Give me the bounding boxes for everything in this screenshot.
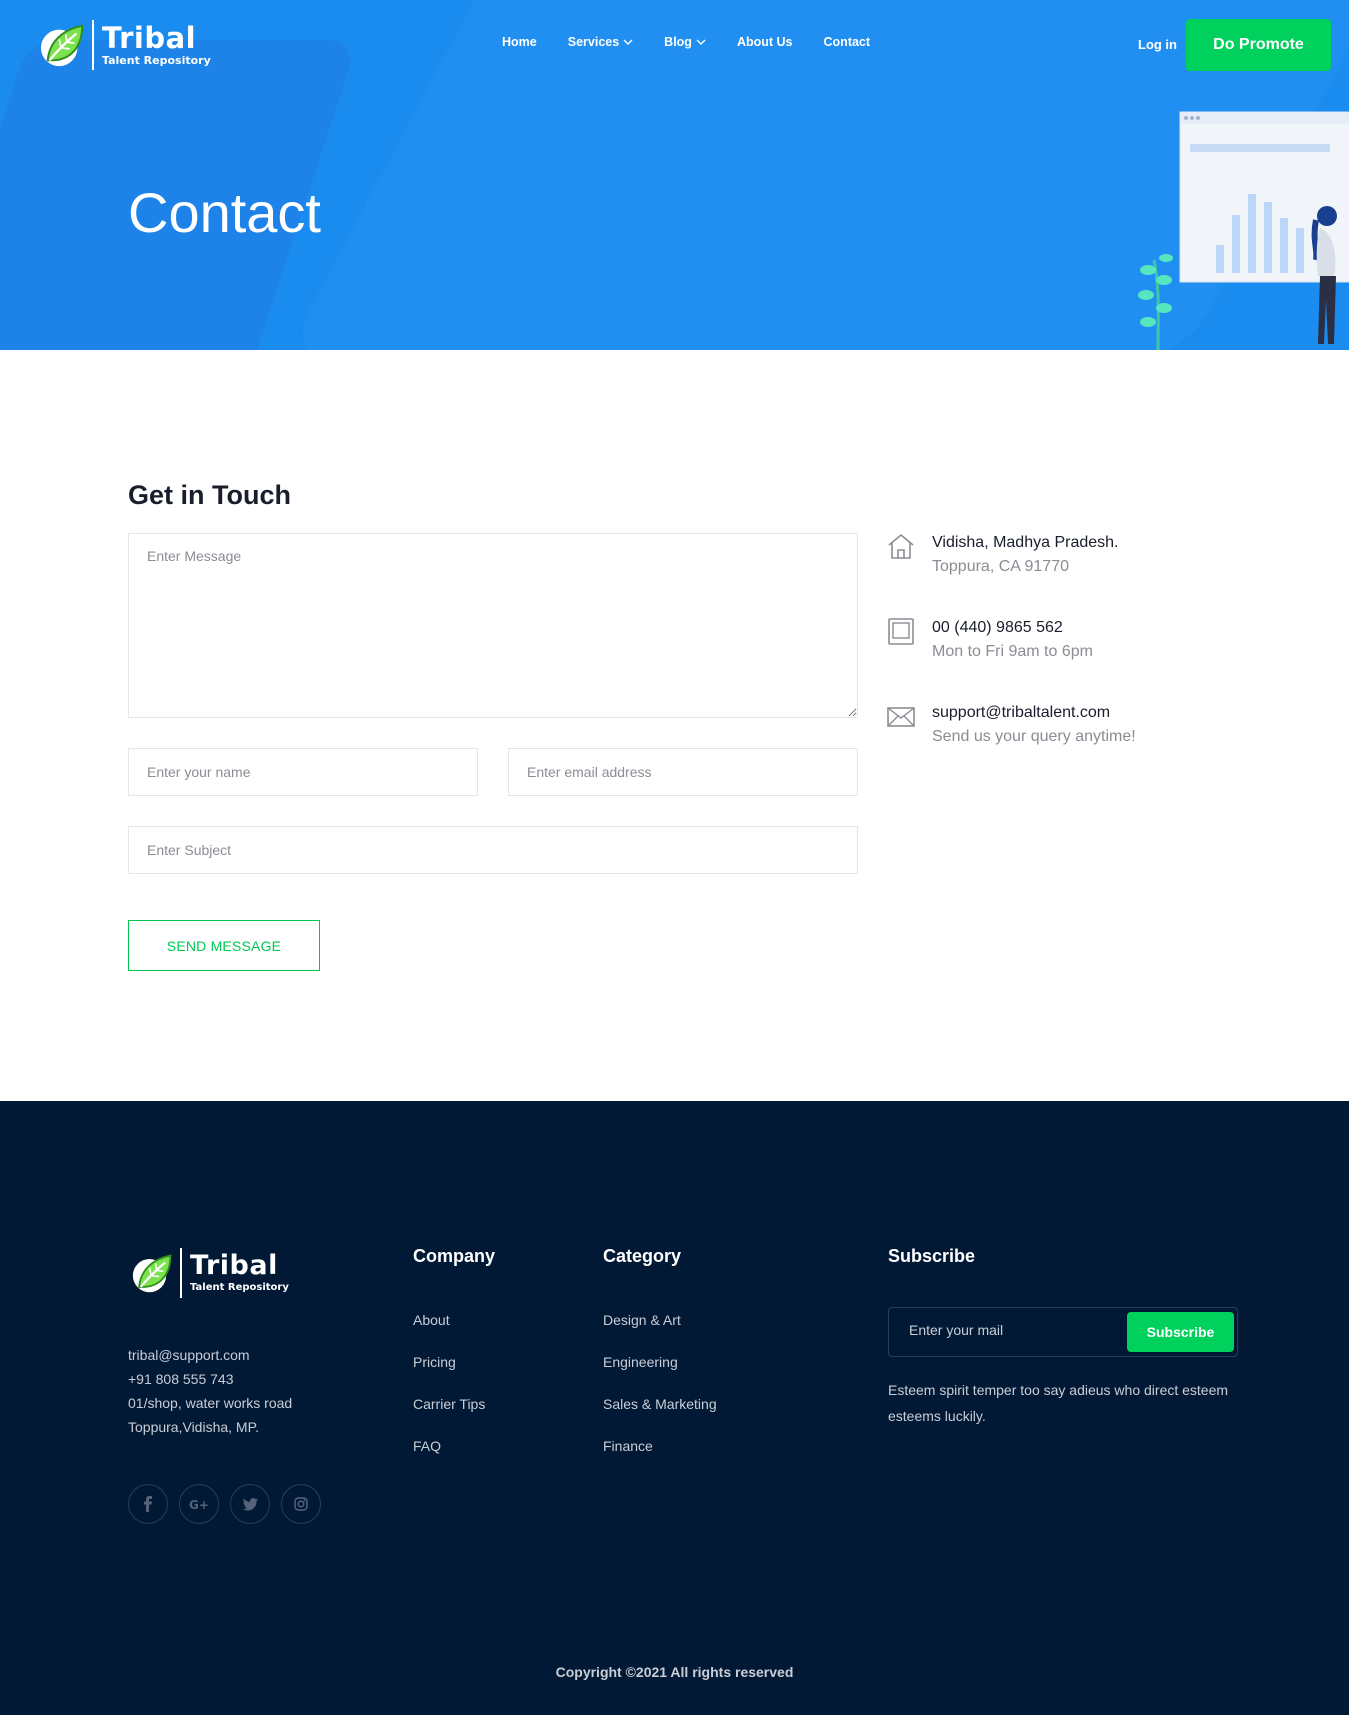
support-email[interactable]: support@tribaltalent.com — [932, 701, 1136, 725]
info-address-text: Vidisha, Madhya Pradesh. Toppura, CA 917… — [932, 531, 1118, 579]
footer-contact: tribal@support.com +91 808 555 743 01/sh… — [128, 1343, 292, 1439]
message-field[interactable] — [128, 533, 858, 718]
logo-tagline: Talent Repository — [190, 1282, 289, 1293]
send-message-button[interactable]: SEND MESSAGE — [128, 920, 320, 971]
footer-link-sales-marketing[interactable]: Sales & Marketing — [603, 1396, 717, 1412]
nav-contact[interactable]: Contact — [824, 35, 871, 49]
tablet-icon — [888, 618, 914, 645]
category-title: Category — [603, 1246, 682, 1266]
email-field[interactable] — [508, 748, 858, 796]
nav-contact-label: Contact — [823, 35, 871, 49]
address-line: Vidisha, Madhya Pradesh. — [932, 534, 1119, 551]
twitter-icon[interactable] — [230, 1484, 270, 1524]
footer-link-about[interactable]: About — [413, 1312, 450, 1328]
chevron-down-icon — [623, 39, 633, 45]
login-link[interactable]: Log in — [1138, 37, 1177, 52]
do-promote-button[interactable]: Do Promote — [1186, 19, 1331, 71]
name-field[interactable] — [128, 748, 478, 796]
subscribe-email-input[interactable]: Enter your mail — [909, 1322, 1003, 1338]
nav-about-us-label: About Us — [736, 35, 793, 49]
nav-home-label: Home — [502, 35, 537, 49]
info-address: Vidisha, Madhya Pradesh. Toppura, CA 917… — [886, 531, 1118, 579]
page-title: Contact — [128, 181, 321, 244]
info-phone-text: 00 (440) 9865 562 Mon to Fri 9am to 6pm — [932, 616, 1093, 664]
copyright: Copyright ©2021 All rights reserved — [555, 1664, 794, 1680]
nav-services[interactable]: Services — [568, 35, 633, 49]
nav-about-us[interactable]: About Us — [737, 35, 793, 49]
google-plus-icon[interactable]: G+ — [179, 1484, 219, 1524]
footer-link-pricing[interactable]: Pricing — [413, 1354, 456, 1370]
logo-text: Tribal Talent Repository — [190, 1251, 289, 1295]
hero-header: Tribal Talent Repository Home Services B… — [0, 0, 1349, 350]
info-phone: 00 (440) 9865 562 Mon to Fri 9am to 6pm — [886, 616, 1093, 664]
svg-text:G+: G+ — [189, 1498, 209, 1511]
email-note: Send us your query anytime! — [932, 728, 1136, 745]
company-title: Company — [413, 1246, 496, 1266]
footer-link-design-art[interactable]: Design & Art — [603, 1312, 681, 1328]
footer-logo[interactable]: Tribal Talent Repository — [132, 1248, 289, 1298]
footer-link-faq[interactable]: FAQ — [413, 1438, 441, 1454]
footer-link-engineering[interactable]: Engineering — [603, 1354, 678, 1370]
phone-hours: Mon to Fri 9am to 6pm — [932, 643, 1093, 660]
brand-logo[interactable]: Tribal Talent Repository — [40, 18, 211, 72]
subscribe-title: Subscribe — [888, 1246, 976, 1266]
footer-address-line2: Toppura,Vidisha, MP. — [128, 1419, 260, 1435]
subject-field[interactable] — [128, 826, 858, 874]
logo-divider — [180, 1248, 182, 1298]
instagram-icon[interactable] — [281, 1484, 321, 1524]
nav-blog[interactable]: Blog — [664, 35, 706, 49]
footer-address-line1: 01/shop, water works road — [128, 1395, 293, 1411]
section-title: Get in Touch — [128, 480, 291, 510]
logo-title: Tribal — [102, 21, 197, 55]
logo-title: Tribal — [190, 1250, 278, 1281]
mail-icon — [887, 707, 915, 727]
footer-phone: +91 808 555 743 — [128, 1371, 234, 1387]
footer-link-finance[interactable]: Finance — [603, 1438, 653, 1454]
footer-link-carrier-tips[interactable]: Carrier Tips — [413, 1396, 485, 1412]
dashboard-illustration — [1138, 111, 1349, 350]
nav-home[interactable]: Home — [502, 35, 537, 49]
address-sub: Toppura, CA 91770 — [932, 558, 1069, 575]
facebook-icon[interactable] — [128, 1484, 168, 1524]
footer-email[interactable]: tribal@support.com — [128, 1343, 292, 1367]
footer: Tribal Talent Repository tribal@support.… — [0, 1101, 1349, 1715]
phone-number: 00 (440) 9865 562 — [932, 619, 1063, 636]
logo-tagline: Talent Repository — [102, 54, 211, 67]
logo-divider — [92, 20, 94, 70]
main-nav: Home Services Blog About Us Contact — [502, 35, 870, 49]
home-icon — [888, 533, 914, 559]
subscribe-description: Esteem spirit temper too say adieus who … — [888, 1382, 1229, 1424]
leaf-icon — [132, 1254, 172, 1293]
leaf-icon — [40, 24, 84, 67]
social-links: G+ — [128, 1484, 321, 1524]
info-email-text: support@tribaltalent.com Send us your qu… — [932, 701, 1136, 749]
nav-blog-label: Blog — [664, 35, 692, 49]
info-email: support@tribaltalent.com Send us your qu… — [886, 701, 1136, 749]
subscribe-button[interactable]: Subscribe — [1127, 1312, 1234, 1352]
subscribe-form: Enter your mail Subscribe — [888, 1307, 1238, 1357]
chevron-down-icon — [696, 39, 706, 45]
logo-text: Tribal Talent Repository — [102, 22, 211, 68]
nav-services-label: Services — [567, 35, 620, 49]
